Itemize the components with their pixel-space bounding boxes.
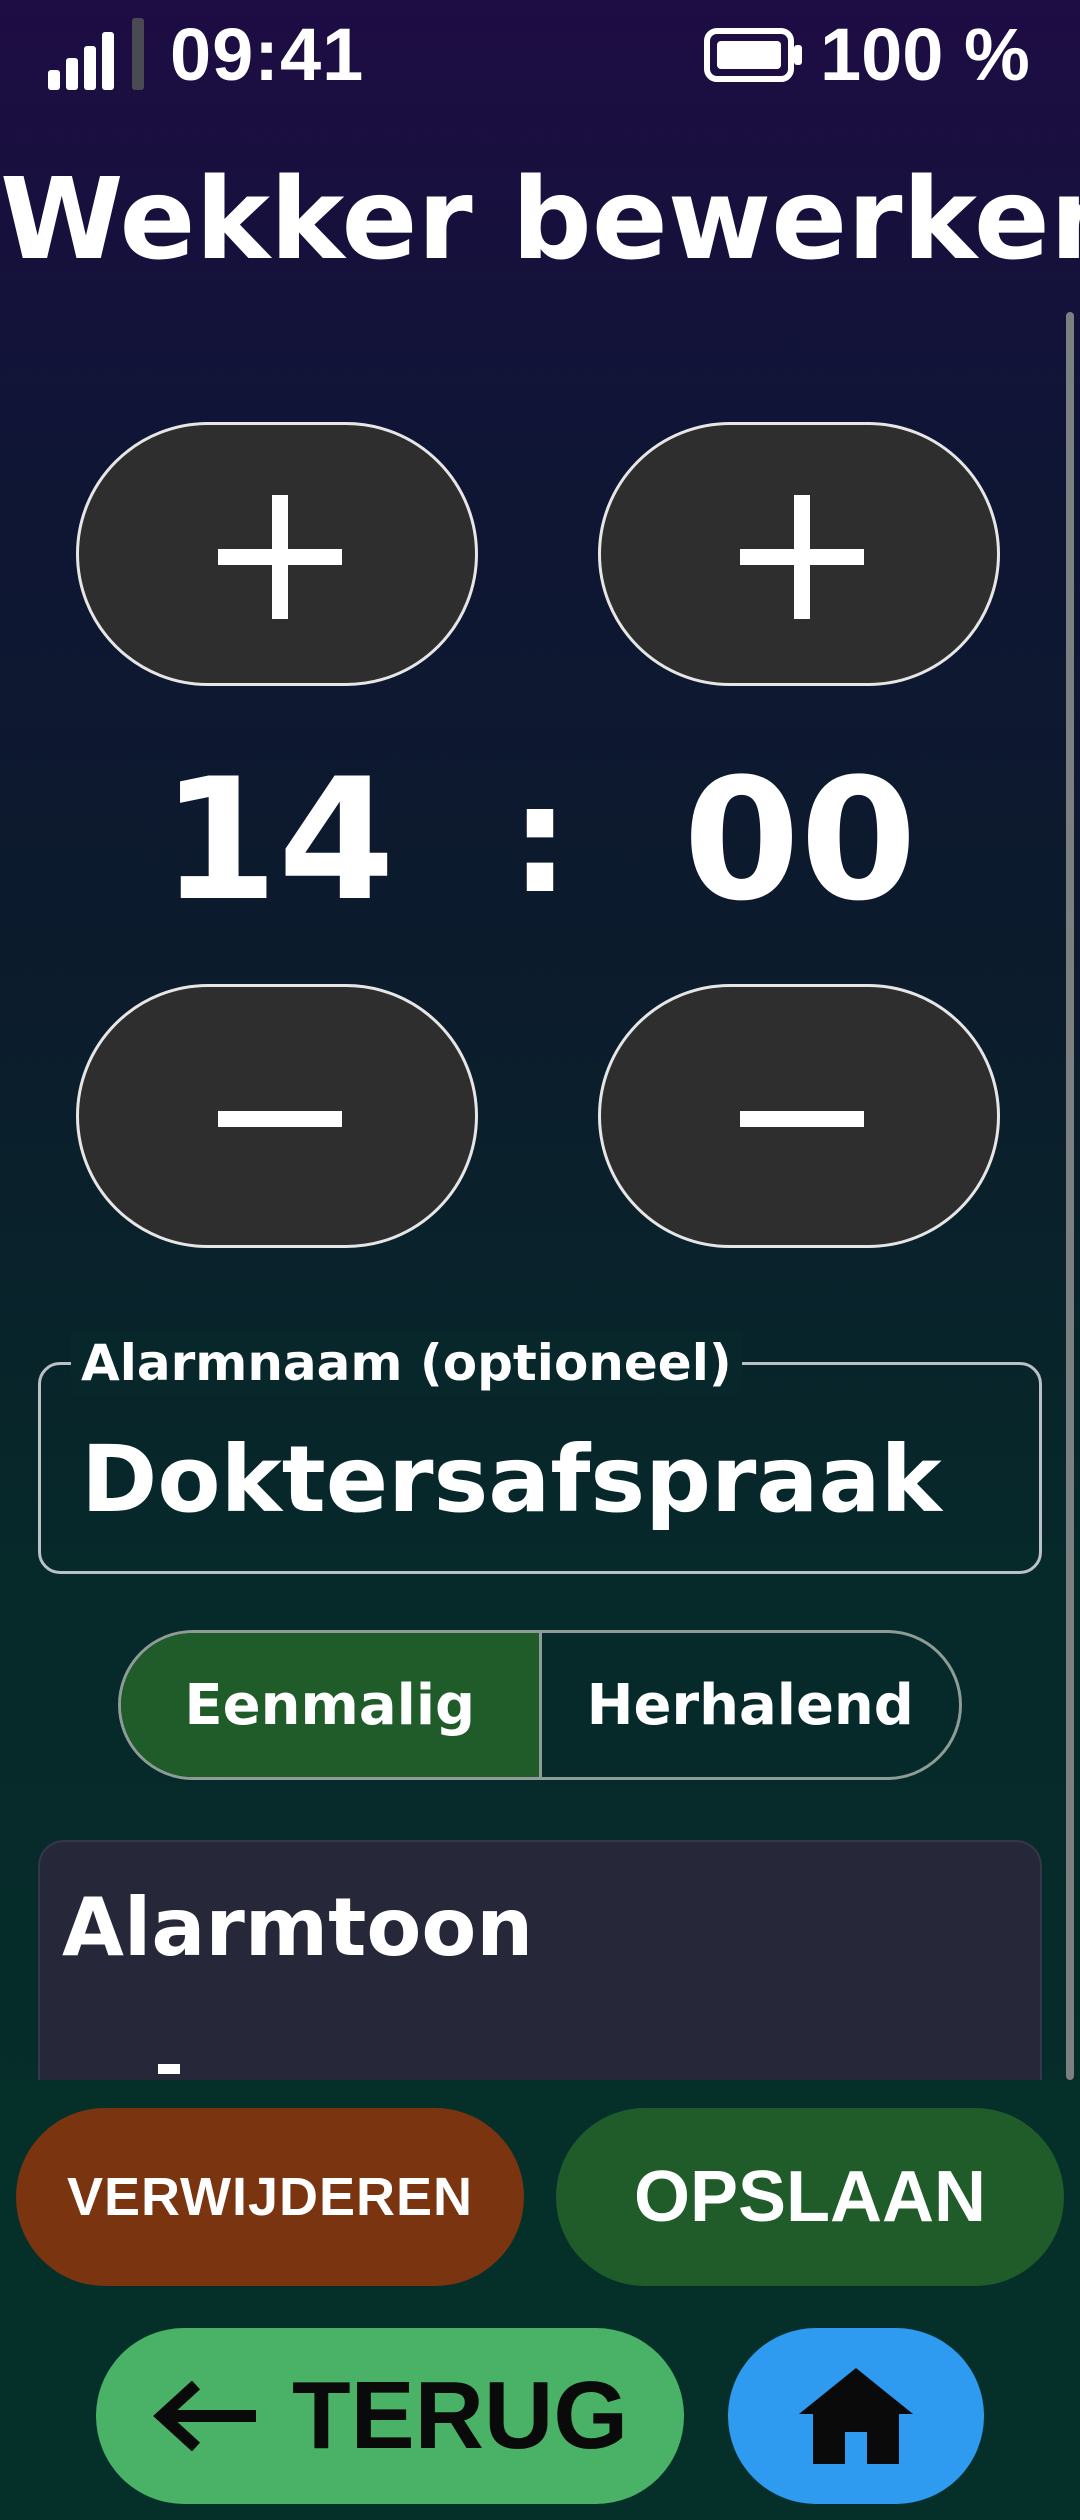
alarm-sound-title: Alarmtoon: [62, 1881, 534, 1974]
scrollbar[interactable]: [1066, 312, 1074, 2080]
minus-icon: [218, 1111, 342, 1127]
segment-once[interactable]: Eenmalig: [121, 1633, 542, 1777]
minute-value: 00: [683, 742, 917, 938]
save-button[interactable]: OPSLAAN: [556, 2108, 1064, 2286]
alarm-sound-card[interactable]: Alarmtoon: [38, 1840, 1042, 2080]
hour-increment-button[interactable]: [76, 422, 478, 686]
page-title: Wekker bewerken: [0, 155, 1080, 285]
minute-increment-button[interactable]: [598, 422, 1000, 686]
minus-icon: [740, 1111, 864, 1127]
delete-button[interactable]: VERWIJDEREN: [16, 2108, 524, 2286]
back-label: TERUG: [292, 2362, 628, 2469]
status-time: 09:41: [170, 13, 365, 96]
time-separator: :: [510, 753, 570, 927]
alarm-sound-partial-content: [158, 2064, 180, 2074]
hour-decrement-button[interactable]: [76, 984, 478, 1248]
home-button[interactable]: [728, 2328, 984, 2504]
home-icon: [799, 2368, 913, 2464]
battery-percentage: 100 %: [820, 13, 1030, 96]
arrow-left-icon: [153, 2381, 256, 2451]
plus-icon: [740, 495, 864, 619]
segment-repeat[interactable]: Herhalend: [542, 1633, 960, 1777]
status-bar: 09:41 100 %: [0, 0, 1080, 110]
alarm-name-label: Alarmnaam (optioneel): [71, 1331, 742, 1395]
signal-icon: [48, 18, 144, 90]
repeat-toggle: Eenmalig Herhalend: [118, 1630, 962, 1780]
back-button[interactable]: TERUG: [96, 2328, 684, 2504]
hour-value: 14: [161, 742, 395, 938]
minute-decrement-button[interactable]: [598, 984, 1000, 1248]
alarm-name-field[interactable]: Alarmnaam (optioneel): [38, 1331, 1042, 1574]
plus-icon: [218, 495, 342, 619]
battery-icon: [704, 28, 802, 82]
alarm-name-input[interactable]: [81, 1425, 1001, 1535]
